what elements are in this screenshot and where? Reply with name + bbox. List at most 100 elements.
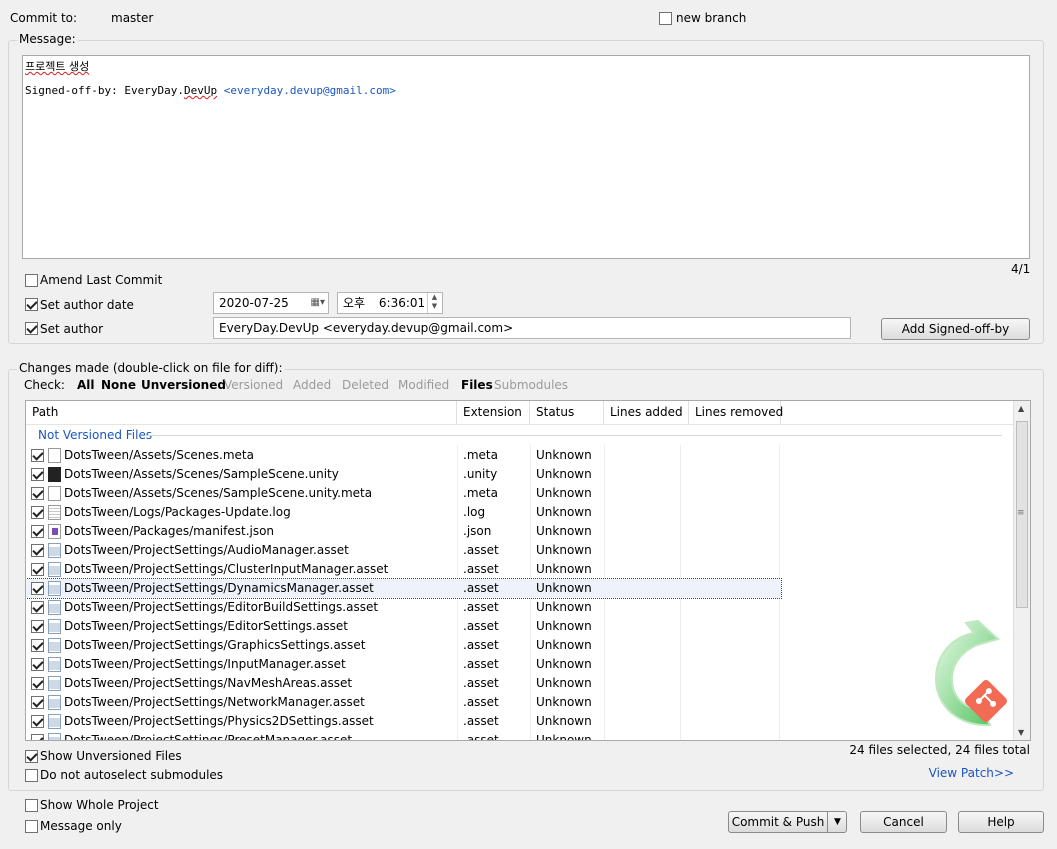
column-header-lines-removed[interactable]: Lines removed — [689, 401, 783, 424]
show-unversioned-label: Show Unversioned Files — [40, 749, 182, 763]
table-row[interactable]: DotsTween/ProjectSettings/NavMeshAreas.a… — [26, 674, 781, 693]
selection-summary: 24 files selected, 24 files total — [849, 743, 1030, 757]
table-row[interactable]: DotsTween/ProjectSettings/AudioManager.a… — [26, 541, 781, 560]
table-row[interactable]: DotsTween/ProjectSettings/EditorBuildSet… — [26, 598, 781, 617]
time-ampm: 오후 — [343, 296, 366, 310]
new-branch-checkbox[interactable] — [659, 12, 672, 25]
no-autoselect-checkbox[interactable] — [25, 769, 38, 782]
row-checkbox[interactable] — [31, 620, 44, 633]
row-checkbox[interactable] — [31, 601, 44, 614]
header-divider — [26, 424, 1014, 425]
scroll-up-icon[interactable]: ▲ — [1018, 404, 1024, 413]
show-unversioned-checkbox[interactable] — [25, 750, 38, 763]
file-extension: .asset — [463, 638, 499, 652]
set-author-date-checkbox[interactable] — [25, 298, 38, 311]
row-checkbox[interactable] — [31, 715, 44, 728]
row-checkbox[interactable] — [31, 639, 44, 652]
commit-dropdown-icon[interactable]: ▼ — [827, 812, 847, 832]
row-checkbox[interactable] — [31, 658, 44, 671]
scroll-grip-icon: ≡ — [1017, 508, 1025, 518]
set-author-checkbox[interactable] — [25, 322, 38, 335]
show-whole-project-checkbox[interactable] — [25, 799, 38, 812]
scroll-down-icon[interactable]: ▼ — [1018, 728, 1024, 737]
file-path: DotsTween/ProjectSettings/Physics2DSetti… — [64, 714, 374, 728]
table-row[interactable]: DotsTween/ProjectSettings/Physics2DSetti… — [26, 712, 781, 731]
file-unity-icon — [48, 467, 61, 482]
file-asset-icon — [48, 543, 61, 558]
row-checkbox[interactable] — [31, 677, 44, 690]
filter-files[interactable]: Files — [461, 378, 493, 392]
commit-push-label: Commit & Push — [731, 815, 825, 829]
table-row[interactable]: DotsTween/Assets/Scenes/SampleScene.unit… — [26, 484, 781, 503]
row-checkbox[interactable] — [31, 487, 44, 500]
filter-added[interactable]: Added — [293, 378, 331, 392]
table-row[interactable]: DotsTween/Assets/Scenes/SampleScene.unit… — [26, 465, 781, 484]
file-path: DotsTween/ProjectSettings/PresetManager.… — [64, 733, 353, 741]
amend-label: Amend Last Commit — [40, 273, 163, 287]
file-log-icon — [48, 505, 61, 520]
time-value: 6:36:01 — [378, 296, 426, 310]
table-row[interactable]: DotsTween/ProjectSettings/InputManager.a… — [26, 655, 781, 674]
file-list-scrollbar[interactable]: ▲ ≡ ▼ — [1013, 401, 1030, 740]
help-button[interactable]: Help — [958, 811, 1044, 833]
show-whole-project-label: Show Whole Project — [40, 798, 159, 812]
file-extension: .asset — [463, 733, 499, 741]
table-row[interactable]: DotsTween/Logs/Packages-Update.log .log Un… — [26, 503, 781, 522]
filter-deleted[interactable]: Deleted — [342, 378, 389, 392]
file-status: Unknown — [536, 486, 592, 500]
file-status: Unknown — [536, 524, 592, 538]
row-checkbox[interactable] — [31, 506, 44, 519]
file-status: Unknown — [536, 714, 592, 728]
section-title: Not Versioned Files — [38, 428, 153, 442]
signoff-line: Signed-off-by: EveryDay.DevUp <everyday.… — [25, 84, 396, 97]
table-row[interactable]: DotsTween/ProjectSettings/GraphicsSettin… — [26, 636, 781, 655]
time-picker[interactable]: 오후 6:36:01 ▲ ▼ — [337, 292, 443, 314]
row-checkbox[interactable] — [31, 544, 44, 557]
calendar-dropdown-icon[interactable]: ▦▾ — [311, 293, 325, 313]
file-json-icon — [48, 524, 61, 539]
author-input[interactable]: EveryDay.DevUp <everyday.devup@gmail.com… — [213, 317, 851, 339]
column-header-extension[interactable]: Extension — [457, 401, 530, 424]
file-extension: .asset — [463, 562, 499, 576]
file-path: DotsTween/Assets/Scenes.meta — [64, 448, 254, 462]
row-checkbox[interactable] — [31, 734, 44, 740]
file-extension: .meta — [463, 486, 498, 500]
time-spinner-icon[interactable]: ▲ ▼ — [427, 293, 441, 313]
filter-versioned[interactable]: Versioned — [224, 378, 283, 392]
column-header-path[interactable]: Path — [26, 401, 457, 424]
row-checkbox[interactable] — [31, 525, 44, 538]
table-row[interactable]: DotsTween/ProjectSettings/ClusterInputMa… — [26, 560, 781, 579]
filter-none[interactable]: None — [101, 378, 136, 392]
message-only-checkbox[interactable] — [25, 820, 38, 833]
file-path: DotsTween/ProjectSettings/DynamicsManage… — [64, 581, 374, 595]
row-checkbox[interactable] — [31, 696, 44, 709]
table-row[interactable]: DotsTween/Packages/manifest.json .json Unk… — [26, 522, 781, 541]
amend-checkbox[interactable] — [25, 274, 38, 287]
filter-unversioned[interactable]: Unversioned — [141, 378, 226, 392]
row-checkbox[interactable] — [31, 468, 44, 481]
commit-message-editor[interactable]: 프로젝트 생성 Signed-off-by: EveryDay.DevUp <e… — [22, 55, 1030, 259]
date-picker[interactable]: 2020-07-25 ▦▾ — [213, 292, 329, 314]
row-checkbox[interactable] — [31, 449, 44, 462]
message-group-label: Message: — [17, 32, 78, 46]
add-signoff-button[interactable]: Add Signed-off-by — [881, 318, 1030, 340]
column-header-lines-added[interactable]: Lines added — [604, 401, 689, 424]
row-checkbox[interactable] — [31, 563, 44, 576]
table-row[interactable]: DotsTween/ProjectSettings/DynamicsManage… — [26, 578, 782, 599]
filter-all[interactable]: All — [77, 378, 95, 392]
file-list[interactable]: Path Extension Status Lines added Lines … — [25, 400, 1031, 741]
view-patch-link[interactable]: View Patch>> — [929, 766, 1014, 780]
cancel-button[interactable]: Cancel — [860, 811, 947, 833]
file-path: DotsTween/ProjectSettings/AudioManager.a… — [64, 543, 349, 557]
filter-submodules[interactable]: Submodules — [494, 378, 568, 392]
file-status: Unknown — [536, 657, 592, 671]
filter-modified[interactable]: Modified — [398, 378, 449, 392]
commit-push-button[interactable]: Commit & Push ▼ — [728, 811, 847, 833]
table-row[interactable]: DotsTween/ProjectSettings/NetworkManager… — [26, 693, 781, 712]
table-row[interactable]: DotsTween/Assets/Scenes.meta .meta Unknown — [26, 446, 781, 465]
table-row[interactable]: DotsTween/ProjectSettings/PresetManager.… — [26, 731, 781, 741]
file-asset-icon — [48, 600, 61, 615]
row-checkbox[interactable] — [31, 582, 44, 595]
table-row[interactable]: DotsTween/ProjectSettings/EditorSettings… — [26, 617, 781, 636]
column-header-status[interactable]: Status — [530, 401, 604, 424]
